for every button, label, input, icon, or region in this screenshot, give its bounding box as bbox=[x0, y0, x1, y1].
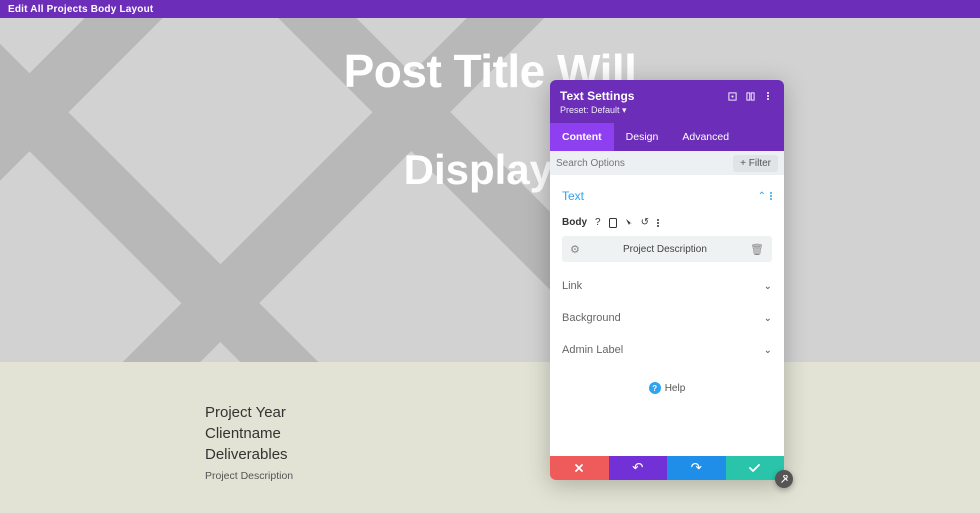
body-label: Body bbox=[562, 217, 587, 228]
undo-button[interactable]: ↶ bbox=[609, 456, 668, 480]
meta-client: Clientname bbox=[205, 423, 293, 444]
help-row[interactable]: ? Help bbox=[550, 366, 784, 406]
tab-content[interactable]: Content bbox=[550, 123, 614, 151]
section-admin-title: Admin Label bbox=[562, 344, 623, 356]
help-icon[interactable]: ? bbox=[595, 217, 601, 228]
content-lower: Project Year Clientname Deliverables Pro… bbox=[0, 362, 980, 513]
help-label: Help bbox=[665, 383, 686, 394]
reset-icon[interactable]: ↺ bbox=[641, 217, 649, 228]
section-text-title: Text bbox=[562, 189, 584, 203]
tablet-icon[interactable] bbox=[609, 218, 617, 228]
meta-year: Project Year bbox=[205, 402, 293, 423]
preset-selector[interactable]: Preset: Default ▾ bbox=[560, 105, 774, 116]
meta-description: Project Description bbox=[205, 469, 293, 484]
cancel-button[interactable] bbox=[550, 456, 609, 480]
more-vert-icon[interactable] bbox=[770, 192, 772, 200]
settings-panel: Text Settings Preset: Default ▾ Content … bbox=[550, 80, 784, 480]
panel-footer: ↶ ↷ bbox=[550, 456, 784, 480]
section-link-title: Link bbox=[562, 280, 582, 292]
section-link[interactable]: Link ⌄ bbox=[562, 270, 772, 302]
panel-tabs: Content Design Advanced bbox=[550, 123, 784, 151]
section-admin-label[interactable]: Admin Label ⌄ bbox=[562, 334, 772, 366]
section-text: Text ⌃ bbox=[550, 175, 784, 213]
panel-title: Text Settings bbox=[560, 89, 720, 103]
chevron-up-icon: ⌃ bbox=[758, 191, 766, 202]
section-background[interactable]: Background ⌄ bbox=[562, 302, 772, 334]
redo-button[interactable]: ↷ bbox=[667, 456, 726, 480]
meta-deliverables: Deliverables bbox=[205, 444, 293, 465]
gear-icon[interactable]: ⚙ bbox=[570, 243, 580, 256]
help-icon: ? bbox=[649, 382, 661, 394]
chevron-down-icon: ⌄ bbox=[764, 281, 772, 292]
expand-icon[interactable] bbox=[744, 90, 756, 102]
more-vert-icon[interactable] bbox=[762, 90, 774, 102]
hover-icon[interactable] bbox=[625, 218, 633, 228]
tools-fab[interactable] bbox=[775, 470, 793, 488]
tab-advanced[interactable]: Advanced bbox=[670, 123, 741, 151]
tab-design[interactable]: Design bbox=[614, 123, 671, 151]
top-header: Edit All Projects Body Layout bbox=[0, 0, 980, 18]
panel-header[interactable]: Text Settings Preset: Default ▾ bbox=[550, 80, 784, 123]
dynamic-content-row[interactable]: ⚙ Project Description 🗑 bbox=[562, 236, 772, 262]
search-input[interactable] bbox=[556, 158, 729, 169]
dynamic-content-label: Project Description bbox=[580, 244, 750, 255]
chevron-down-icon: ⌄ bbox=[764, 313, 772, 324]
hero-area: Post Title Will Display I bbox=[0, 18, 980, 362]
body-row: Body ? ↺ bbox=[550, 213, 784, 230]
filter-button[interactable]: + Filter bbox=[733, 155, 778, 172]
chevron-down-icon: ⌄ bbox=[764, 345, 772, 356]
section-background-title: Background bbox=[562, 312, 621, 324]
top-header-title: Edit All Projects Body Layout bbox=[8, 4, 153, 15]
section-text-header[interactable]: Text ⌃ bbox=[562, 183, 772, 209]
search-row: + Filter bbox=[550, 151, 784, 175]
trash-icon[interactable]: 🗑 bbox=[750, 243, 764, 256]
snap-icon[interactable] bbox=[726, 90, 738, 102]
more-vert-icon[interactable] bbox=[657, 219, 659, 227]
